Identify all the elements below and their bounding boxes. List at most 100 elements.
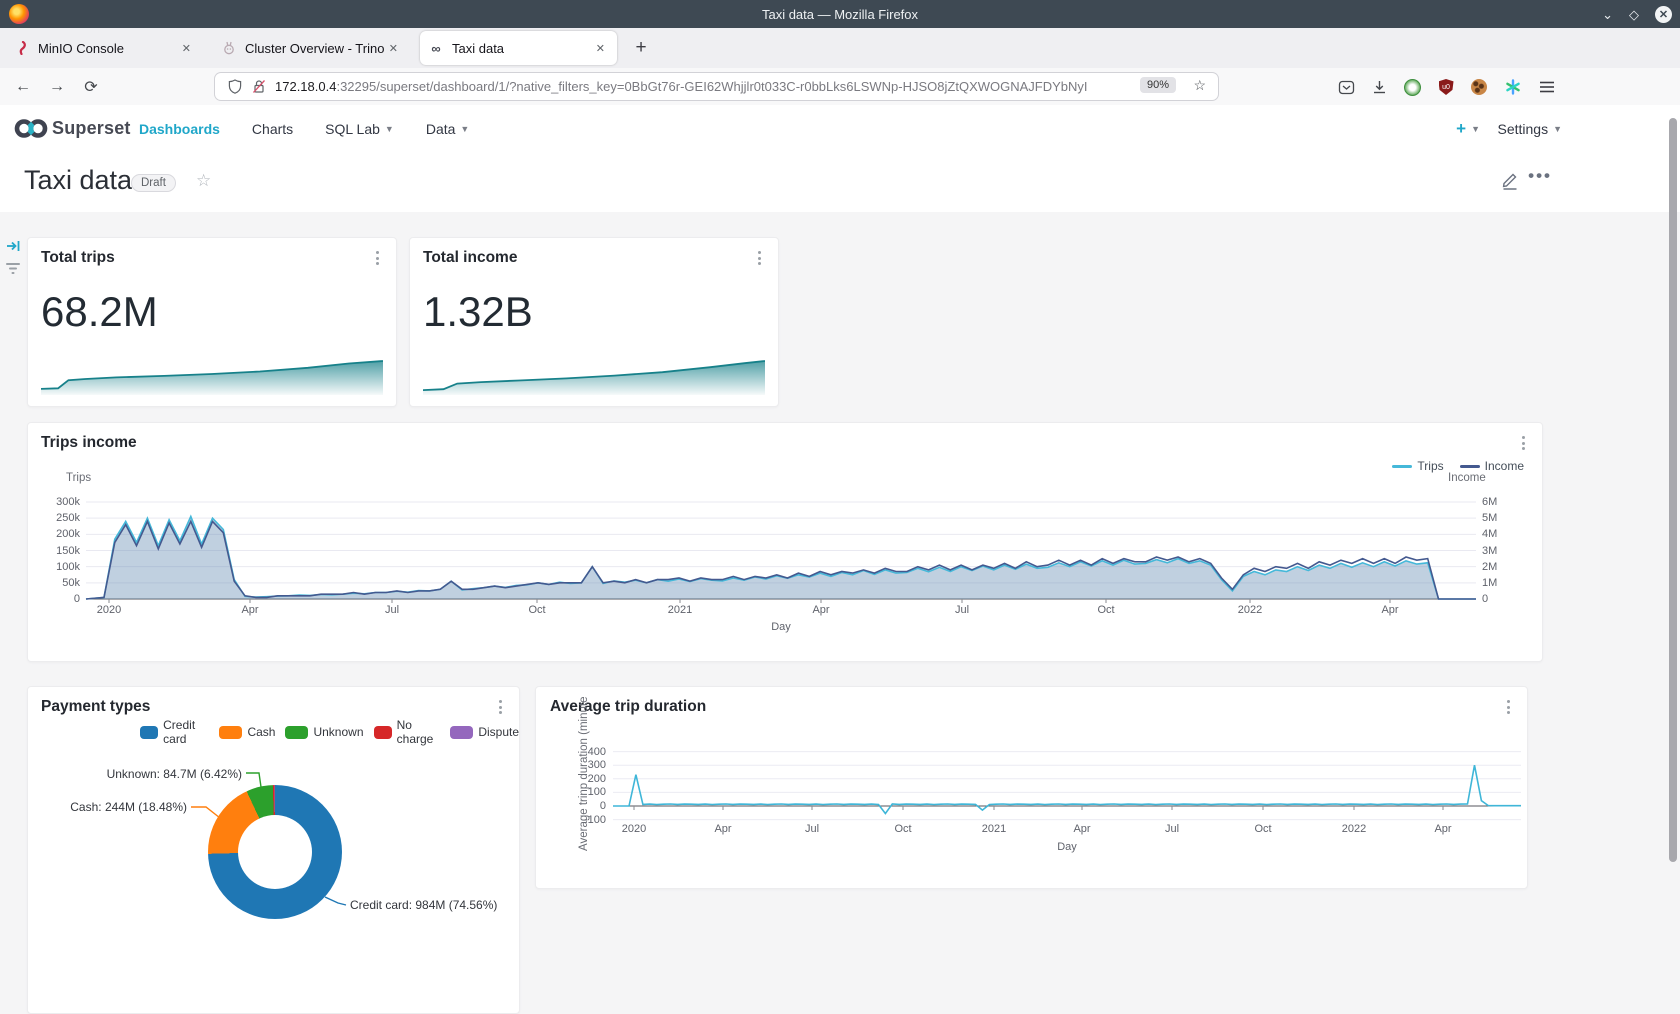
ublock-origin-icon[interactable]: u0: [1436, 77, 1456, 97]
nav-item-dashboards[interactable]: Dashboards: [123, 105, 236, 154]
nav-item-data[interactable]: Data▼: [410, 105, 486, 152]
x-tick-label: Oct: [883, 823, 923, 835]
chevron-down-icon: ▼: [385, 124, 394, 134]
edit-dashboard-icon[interactable]: [1500, 170, 1520, 190]
y-tick-label: 5M: [1482, 512, 1522, 524]
donut-callout-label: Cash: 244M (18.48%): [70, 800, 187, 814]
y-tick-label: 150k: [40, 545, 80, 557]
sparkline-chart: [41, 357, 383, 395]
chevron-down-icon: ▼: [460, 124, 469, 134]
hamburger-menu-icon[interactable]: [1537, 77, 1557, 97]
status-badge: Draft: [131, 174, 176, 192]
big-number-value: 68.2M: [41, 288, 158, 336]
y-tick-label: 250k: [40, 512, 80, 524]
url-path: :32295/superset/dashboard/1/?native_filt…: [336, 79, 1087, 94]
chart-options-kebab[interactable]: [370, 250, 384, 266]
browser-tab-superset[interactable]: ∞ Taxi data✕: [420, 31, 617, 65]
chart-options-kebab[interactable]: [752, 250, 766, 266]
page-title: Taxi data: [24, 165, 132, 196]
x-tick-label: Jul: [372, 604, 412, 616]
x-tick-label: Jul: [792, 823, 832, 835]
sparkline-chart: [423, 357, 765, 395]
x-tick-label: Apr: [801, 604, 841, 616]
tab-title: Cluster Overview - Trino: [245, 41, 385, 56]
x-tick-label: Jul: [942, 604, 982, 616]
scrollbar-thumb[interactable]: [1669, 118, 1677, 862]
favorite-star-icon[interactable]: ☆: [196, 171, 211, 191]
dashboard-more-menu[interactable]: •••: [1528, 166, 1552, 186]
x-axis-title: Day: [1042, 841, 1092, 853]
x-tick-label: 2022: [1230, 604, 1270, 616]
x-tick-label: Apr: [1062, 823, 1102, 835]
back-button[interactable]: ←: [12, 76, 34, 98]
avg-duration-chart: 4003002001000-1002020AprJulOct2021AprJul…: [536, 687, 1527, 888]
minio-favicon: [14, 40, 30, 56]
close-tab-icon[interactable]: ✕: [385, 40, 402, 57]
trips-income-card: Trips income TripsIncome Trips Income 30…: [27, 422, 1543, 662]
total-income-card: Total income 1.32B: [409, 237, 779, 407]
x-tick-label: 2022: [1334, 823, 1374, 835]
browser-tab-trino[interactable]: Cluster Overview - Trino✕: [213, 31, 410, 65]
privacy-badger-icon[interactable]: [1402, 77, 1422, 97]
payment-types-card: Payment types Credit cardCashUnknownNo c…: [27, 686, 520, 1014]
minimize-icon[interactable]: ⌄: [1602, 8, 1613, 21]
reload-button[interactable]: ⟳: [80, 76, 102, 98]
url-host: 172.18.0.4: [275, 79, 336, 94]
url-bar[interactable]: 172.18.0.4:32295/superset/dashboard/1/?n…: [215, 73, 1218, 100]
dashboard-content: Total trips 68.2M Total income 1.32B Tri…: [0, 212, 1680, 1012]
y-tick-label: 2M: [1482, 561, 1522, 573]
y-tick-label: 300: [568, 759, 606, 771]
forward-button[interactable]: →: [46, 76, 68, 98]
download-icon[interactable]: [1369, 77, 1389, 97]
insecure-lock-icon[interactable]: [252, 79, 266, 94]
superset-brand[interactable]: Superset: [52, 105, 131, 152]
y-tick-label: 0: [1482, 593, 1522, 605]
browser-tabbar: MinIO Console✕Cluster Overview - Trino✕∞…: [0, 28, 1680, 69]
bookmark-star-icon[interactable]: ☆: [1193, 77, 1206, 94]
shield-icon[interactable]: [228, 79, 242, 94]
x-tick-label: Oct: [1243, 823, 1283, 835]
window-title: Taxi data — Mozilla Firefox: [0, 7, 1680, 22]
maximize-icon[interactable]: ◇: [1629, 8, 1639, 21]
superset-logo-icon[interactable]: [13, 117, 49, 140]
y-tick-label: 4M: [1482, 528, 1522, 540]
x-tick-label: Apr: [1370, 604, 1410, 616]
x-tick-label: Oct: [1086, 604, 1126, 616]
x-tick-label: 2020: [614, 823, 654, 835]
close-tab-icon[interactable]: ✕: [592, 40, 609, 57]
close-tab-icon[interactable]: ✕: [178, 40, 195, 57]
x-tick-label: Jul: [1152, 823, 1192, 835]
y-tick-label: 100k: [40, 561, 80, 573]
trino-favicon: [221, 40, 237, 56]
new-tab-button[interactable]: +: [627, 31, 655, 65]
card-title: Total income: [423, 249, 517, 267]
superset-navbar: Superset DashboardsChartsSQL Lab▼Data▼ +…: [0, 105, 1680, 153]
tab-title: MinIO Console: [38, 41, 178, 56]
nav-item-charts[interactable]: Charts: [236, 105, 309, 152]
browser-tab-minio[interactable]: MinIO Console✕: [6, 31, 203, 65]
nav-item-sql-lab[interactable]: SQL Lab▼: [309, 105, 410, 152]
pocket-icon[interactable]: [1336, 77, 1356, 97]
firefox-logo-icon: [9, 4, 29, 24]
chevron-down-icon: ▼: [1553, 124, 1562, 134]
y-tick-label: 400: [568, 746, 606, 758]
superset-favicon: ∞: [428, 40, 444, 56]
expand-filter-bar-icon[interactable]: [6, 238, 24, 256]
y-tick-label: -100: [568, 814, 606, 826]
extension-asterisk-icon[interactable]: [1503, 77, 1523, 97]
dashboard-header: Taxi data Draft ☆ •••: [0, 152, 1680, 212]
payment-types-donut-chart: Unknown: 84.7M (6.42%)Cash: 244M (18.48%…: [28, 687, 519, 1013]
big-number-value: 1.32B: [423, 288, 533, 336]
new-item-button[interactable]: +▼: [1456, 105, 1480, 152]
avg-trip-duration-card: Average trip duration Average trinp dura…: [535, 686, 1528, 889]
close-window-icon[interactable]: ✕: [1655, 6, 1672, 23]
y-tick-label: 0: [568, 800, 606, 812]
cookie-icon[interactable]: [1469, 77, 1489, 97]
filter-icon[interactable]: [5, 261, 23, 279]
tab-title: Taxi data: [452, 41, 592, 56]
x-axis-title: Day: [751, 621, 811, 633]
zoom-level-badge[interactable]: 90%: [1140, 77, 1176, 93]
chevron-down-icon: ▼: [1471, 124, 1480, 134]
donut-callout-label: Credit card: 984M (74.56%): [350, 898, 497, 912]
settings-menu[interactable]: Settings▼: [1497, 105, 1562, 152]
